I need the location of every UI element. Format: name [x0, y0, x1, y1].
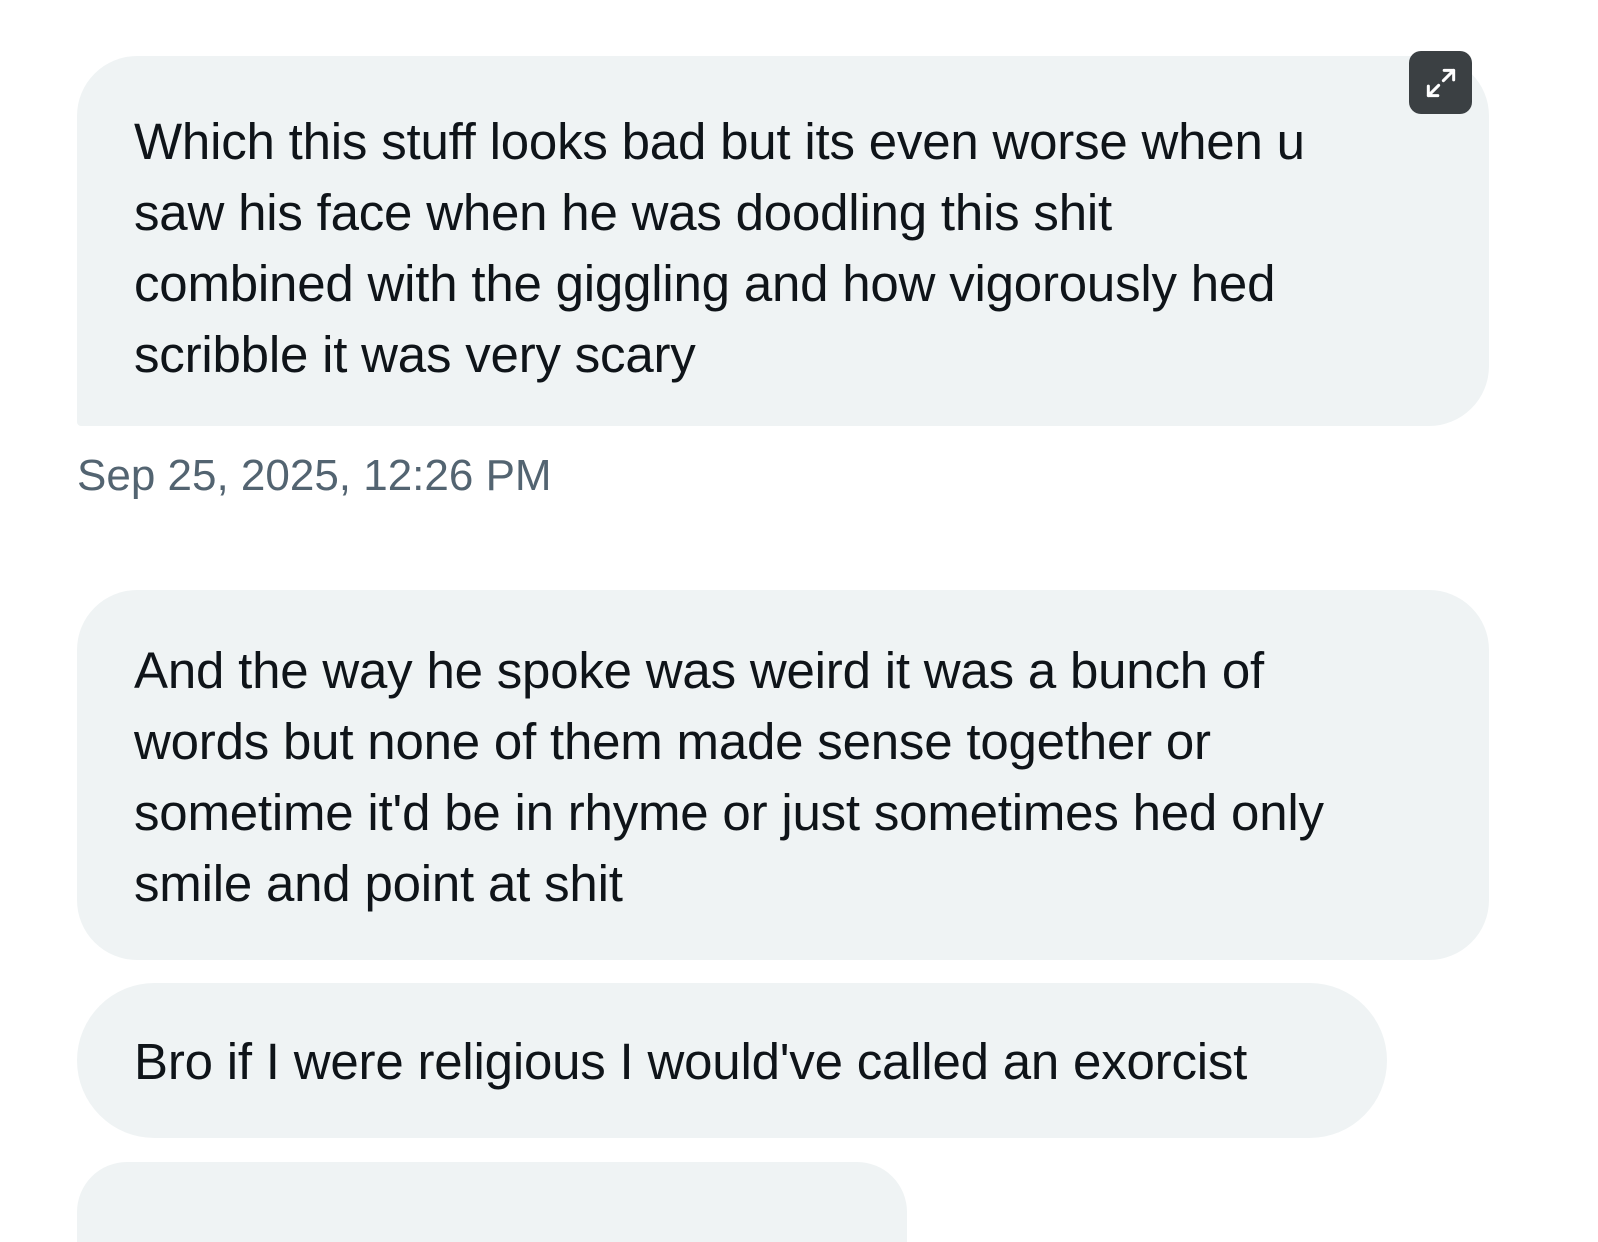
message-bubble[interactable]: Which this stuff looks bad but its even …: [77, 56, 1489, 426]
message-text: Which this stuff looks bad but its even …: [134, 113, 1305, 383]
message-text: And the way he spoke was weird it was a …: [134, 642, 1324, 912]
message-bubble[interactable]: Bro if I were religious I would've calle…: [77, 983, 1387, 1138]
message-timestamp: Sep 25, 2025, 12:26 PM: [77, 451, 552, 500]
expand-button[interactable]: [1409, 51, 1472, 114]
message-bubble[interactable]: And the way he spoke was weird it was a …: [77, 590, 1489, 960]
message-bubble-partial[interactable]: [77, 1162, 907, 1242]
expand-arrows-icon: [1426, 68, 1455, 97]
message-text: Bro if I were religious I would've calle…: [134, 1033, 1248, 1090]
